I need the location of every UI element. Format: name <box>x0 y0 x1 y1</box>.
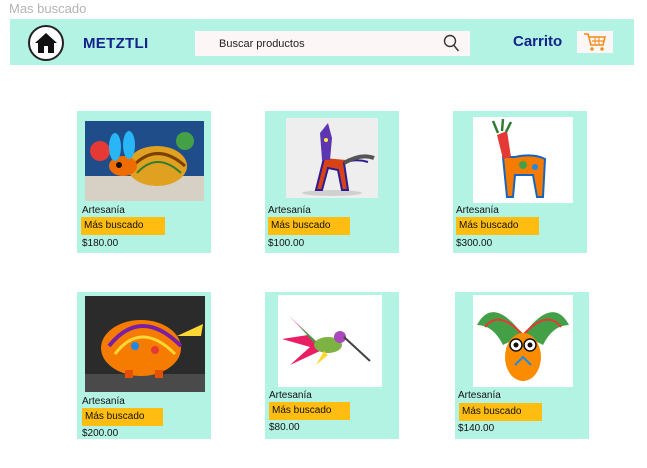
frame-title: Mas buscado <box>9 1 87 16</box>
product-category: Artesanía <box>269 390 312 401</box>
alebrije-coyote-icon <box>286 118 378 198</box>
home-icon <box>35 33 57 53</box>
search-input[interactable] <box>195 31 435 56</box>
product-category: Artesanía <box>456 205 499 216</box>
product-price: $100.00 <box>268 238 305 249</box>
status-badge: Más buscado <box>81 217 165 235</box>
cart-button[interactable] <box>577 31 613 53</box>
search-bar <box>195 31 470 56</box>
product-card[interactable]: Artesanía Más buscado $300.00 <box>453 111 587 253</box>
alebrije-armadillo-orange-icon <box>85 296 205 392</box>
status-badge: Más buscado <box>456 217 539 235</box>
product-category: Artesanía <box>82 396 125 407</box>
product-card[interactable]: Artesanía Más buscado $80.00 <box>265 292 399 439</box>
product-price: $180.00 <box>82 238 119 249</box>
product-category: Artesanía <box>458 390 501 401</box>
product-category: Artesanía <box>268 205 311 216</box>
product-price: $80.00 <box>269 422 300 433</box>
header-bar: METZTLI Carrito <box>10 19 634 65</box>
status-badge: Más buscado <box>82 408 163 426</box>
status-badge: Más buscado <box>269 402 350 420</box>
brand-name[interactable]: METZTLI <box>83 35 148 52</box>
cart-label[interactable]: Carrito <box>513 33 562 50</box>
shopping-cart-icon <box>584 33 607 51</box>
product-card[interactable]: Artesanía Más buscado $140.00 <box>455 292 589 439</box>
status-badge: Más buscado <box>268 217 350 235</box>
alebrije-hummingbird-icon <box>278 295 382 387</box>
alebrije-owl-icon <box>473 295 573 387</box>
product-price: $140.00 <box>458 423 495 434</box>
product-card[interactable]: Artesanía Más buscado $200.00 <box>77 292 211 439</box>
status-badge: Más buscado <box>459 403 542 421</box>
product-card[interactable]: Artesanía Más buscado $180.00 <box>77 111 211 253</box>
home-button[interactable] <box>28 25 64 61</box>
product-card[interactable]: Artesanía Más buscado $100.00 <box>265 111 399 253</box>
alebrije-armadillo-icon <box>85 121 204 201</box>
search-icon[interactable] <box>443 34 461 54</box>
product-price: $300.00 <box>456 238 493 249</box>
product-price: $200.00 <box>82 428 119 439</box>
product-category: Artesanía <box>82 205 125 216</box>
alebrije-deer-icon <box>473 117 573 203</box>
